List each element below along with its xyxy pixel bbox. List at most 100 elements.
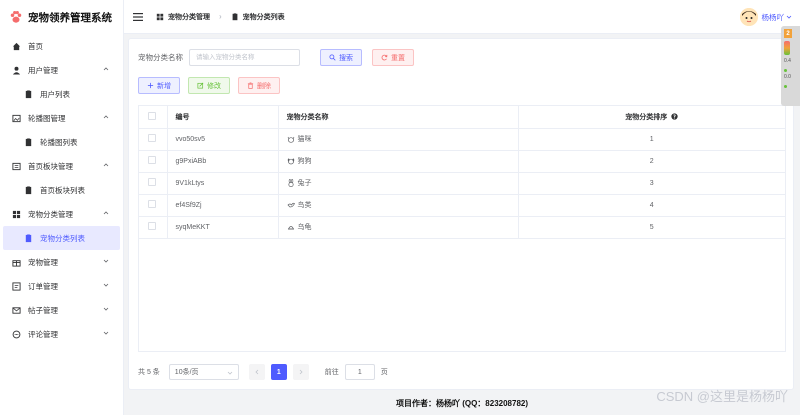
table-row[interactable]: vvo50sv5 猫咪 1 [139,128,785,151]
delete-button-label: 删除 [257,82,271,90]
sidebar-item-label: 用户管理 [28,65,58,75]
table-row[interactable]: 9V1kLtys 兔子 3 [139,172,785,195]
chevron-down-icon [103,307,109,311]
chevron-left-icon [255,369,259,375]
prev-page-button[interactable] [248,364,265,380]
doc-icon [25,185,32,194]
next-page-button[interactable] [292,364,309,380]
doc-icon [25,137,32,146]
delete-button[interactable]: 删除 [238,77,280,94]
column-header-name: 宠物分类名称 [278,106,519,129]
widget-dot [784,85,787,88]
sidebar-item-home-panel-management[interactable]: 首页板块管理 [0,154,123,178]
user-icon [12,66,21,75]
row-select-cell [139,216,168,239]
table-row[interactable]: g9PxiABb 狗狗 2 [139,150,785,173]
sidebar-item-carousel-management[interactable]: 轮播图管理 [0,106,123,130]
sidebar-item-order-management[interactable]: 订单管理 [0,274,123,298]
table-row[interactable]: syqMeKKT 乌龟 5 [139,216,785,239]
doc-icon [25,233,32,242]
image-icon [12,114,21,122]
add-button[interactable]: 新增 [138,77,180,94]
sidebar-item-user-management[interactable]: 用户管理 [0,58,123,82]
table-row[interactable]: ef4Sf9Zj 鸟类 4 [139,194,785,217]
search-input[interactable] [189,48,300,66]
sidebar-item-pet-management[interactable]: 宠物管理 [0,250,123,274]
edit-button-label: 修改 [207,82,221,90]
app-title: 宠物领养管理系统 [28,11,112,24]
sidebar-item-comment-management[interactable]: 评论管理 [0,322,123,346]
widget-value-2: 0.0 [784,74,791,80]
select-all-cell [139,106,168,129]
chevron-up-icon [103,163,109,167]
sidebar: 宠物领养管理系统 首页 用户管理 用户列表 轮播图管理 轮播图列表 首页板块管理… [0,0,124,415]
row-checkbox[interactable] [148,134,156,142]
cell-name-label: 猫咪 [297,136,312,143]
goto-page-input[interactable]: 1 [344,364,375,380]
row-checkbox[interactable] [148,200,156,208]
user-menu[interactable]: 杨杨吖 [739,8,793,26]
breadcrumb-item[interactable]: 宠物分类管理 [168,12,210,22]
cell-sort: 5 [518,216,785,239]
sidebar-item-label: 宠物管理 [28,257,58,267]
chevron-up-icon [103,67,109,71]
sidebar-item-label: 用户列表 [40,89,70,99]
plus-icon [147,82,154,89]
search-icon [329,54,336,61]
top-header: 宠物分类管理 › 宠物分类列表 杨杨吖 [124,0,800,34]
row-checkbox[interactable] [148,222,156,230]
order-icon [12,281,21,291]
search-form: 宠物分类名称 [138,48,300,66]
row-checkbox[interactable] [148,156,156,164]
question-icon[interactable]: ? [671,113,678,121]
select-all-checkbox[interactable] [148,111,156,120]
sidebar-item-pet-category-management[interactable]: 宠物分类管理 [0,202,123,226]
watermark: CSDN @这里是杨杨吖 [656,389,788,404]
page-size-select[interactable]: 10条/页 [168,364,239,380]
chevron-down-icon [786,15,792,19]
performance-widget[interactable]: 2 0.4 0.0 [781,26,800,106]
edit-button[interactable]: 修改 [188,77,230,94]
row-select-cell [139,194,168,217]
search-button[interactable]: 搜索 [320,49,362,66]
sidebar-item-label: 帖子管理 [28,305,58,315]
row-select-cell [139,150,168,173]
page-number-button[interactable]: 1 [270,364,287,380]
sidebar-item-label: 宠物分类列表 [40,233,85,243]
chevron-down-icon [103,259,109,263]
sidebar-item-label: 轮播图列表 [40,137,78,147]
reset-button-label: 重置 [391,54,405,62]
chevron-down-icon [227,371,233,375]
cell-name-label: 狗狗 [297,158,312,165]
sidebar-item-user-list[interactable]: 用户列表 [0,82,123,106]
cell-code: 9V1kLtys [167,172,279,195]
user-name: 杨杨吖 [761,12,785,22]
search-button-label: 搜索 [339,54,353,62]
sidebar-item-label: 首页板块列表 [40,185,85,195]
table-header-row: 编号 宠物分类名称 宠物分类排序 ? [139,106,785,129]
column-header-sort: 宠物分类排序 ? [518,106,785,129]
gift-icon [12,259,21,267]
sidebar-item-post-management[interactable]: 帖子管理 [0,298,123,322]
sidebar-item-pet-category-list[interactable]: 宠物分类列表 [3,226,120,250]
cell-sort: 1 [518,128,785,151]
cell-name-label: 乌龟 [297,224,312,231]
cell-code: syqMeKKT [167,216,279,239]
sidebar-item-label: 首页板块管理 [28,161,73,171]
reset-button[interactable]: 重置 [372,49,414,66]
row-select-cell [139,128,168,151]
cell-name: 狗狗 [278,150,519,173]
chevron-right-icon [299,369,303,375]
avatar [739,8,758,26]
menu-toggle-icon[interactable] [133,12,143,21]
page-unit-label: 页 [380,369,388,376]
edit-icon [197,82,204,89]
sidebar-item-home[interactable]: 首页 [0,34,123,58]
cell-name-label: 兔子 [297,180,312,187]
sidebar-item-carousel-list[interactable]: 轮播图列表 [0,130,123,154]
cell-name: 兔子 [278,172,519,195]
bird-icon [287,202,295,208]
widget-dot [784,69,787,72]
row-checkbox[interactable] [148,178,156,186]
sidebar-item-home-panel-list[interactable]: 首页板块列表 [0,178,123,202]
